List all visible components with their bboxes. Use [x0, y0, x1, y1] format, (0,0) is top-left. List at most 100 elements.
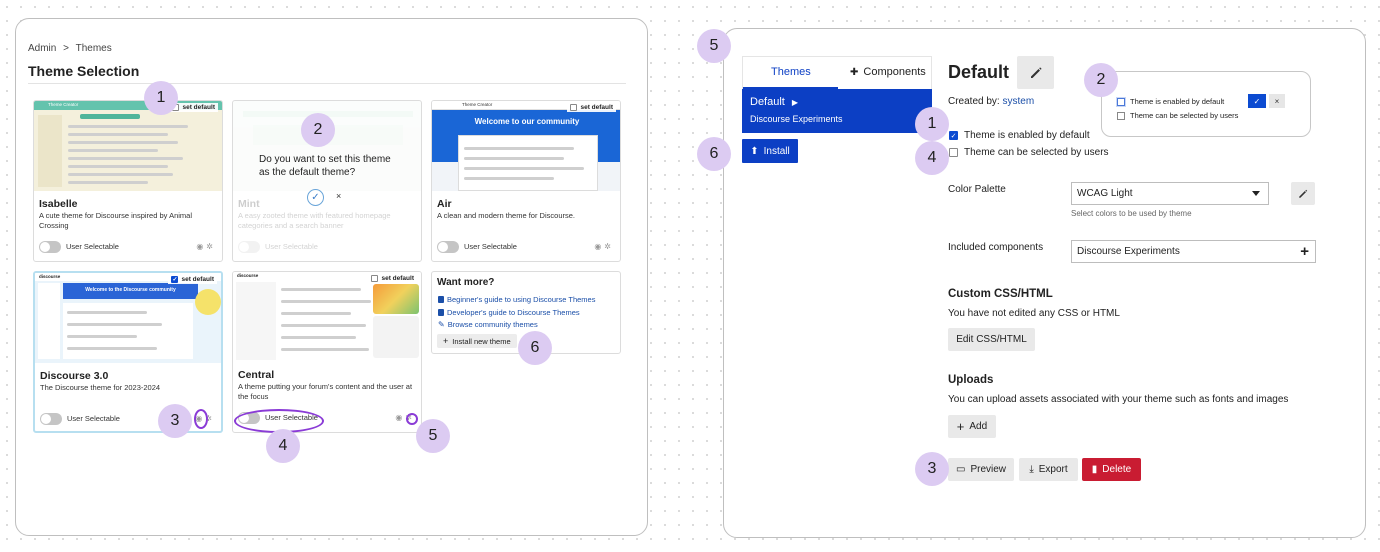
annotation-marker-1: 1: [915, 107, 949, 141]
set-default-toggle[interactable]: set default: [567, 103, 616, 112]
tab-themes[interactable]: Themes: [771, 66, 811, 78]
user-selectable-toggle[interactable]: [437, 241, 459, 253]
popover-enabled-checkbox[interactable]: [1117, 97, 1125, 106]
export-button[interactable]: ⤓ Export: [1019, 458, 1078, 481]
theme-list: Default ▶ Discourse Experiments: [742, 89, 932, 133]
cancel-close-icon[interactable]: ×: [336, 191, 341, 201]
theme-list-item-discourse-experiments[interactable]: Discourse Experiments: [750, 114, 843, 124]
edit-name-button[interactable]: [1017, 56, 1054, 89]
popover-enabled-row[interactable]: Theme is enabled by default: [1117, 97, 1224, 106]
theme-description: A clean and modern theme for Discourse.: [437, 211, 575, 220]
breadcrumb-admin[interactable]: Admin: [28, 43, 56, 54]
paintbrush-icon: ✎: [438, 320, 445, 329]
link-beginners-guide[interactable]: Beginner's guide to using Discourse Them…: [438, 295, 595, 304]
theme-description: A cute theme for Discourse inspired by A…: [39, 211, 192, 231]
book-icon: [438, 296, 444, 303]
theme-description: A theme putting your forum's content and…: [238, 382, 413, 402]
eye-icon[interactable]: ◉: [196, 242, 206, 251]
user-selectable-label: User Selectable: [67, 414, 120, 423]
popover-cancel-button[interactable]: ×: [1269, 94, 1285, 108]
edit-css-html-button[interactable]: Edit CSS/HTML: [948, 328, 1035, 351]
card-actions: ◉✲: [594, 242, 614, 251]
theme-card-air[interactable]: Theme Creator Welcome to our community s…: [431, 100, 621, 262]
gear-icon[interactable]: ✲: [206, 242, 216, 251]
add-upload-button[interactable]: + Add: [948, 415, 996, 438]
user-selectable-checkbox[interactable]: [949, 148, 958, 157]
popover-confirm-button[interactable]: ✓: [1248, 94, 1266, 108]
user-selectable-toggle[interactable]: [40, 413, 62, 425]
tab-components[interactable]: ✚ Components: [850, 66, 926, 78]
color-palette-select[interactable]: WCAG Light: [1071, 182, 1269, 205]
annotation-marker-3: 3: [158, 404, 192, 438]
enabled-by-default-row[interactable]: ✓ Theme is enabled by default: [949, 130, 1090, 141]
theme-description: The Discourse theme for 2023-2024: [40, 383, 161, 392]
user-selectable-label: User Selectable: [265, 242, 318, 251]
edit-palette-button[interactable]: [1291, 182, 1315, 205]
user-selectable-label: User Selectable: [66, 242, 119, 251]
pencil-icon: [1030, 66, 1042, 78]
annotation-marker-2: 2: [301, 113, 335, 147]
set-default-label: set default: [580, 104, 613, 111]
book-icon: [438, 309, 444, 316]
user-selectable-toggle[interactable]: [39, 241, 61, 253]
set-default-toggle[interactable]: set default: [368, 274, 417, 283]
enabled-by-default-checkbox[interactable]: ✓: [949, 131, 958, 140]
uploads-text: You can upload assets associated with yo…: [948, 394, 1289, 405]
add-component-icon[interactable]: +: [1300, 243, 1309, 260]
theme-card-isabelle[interactable]: Theme Creator set default Isabelle A cut…: [33, 100, 223, 262]
link-browse-community-themes[interactable]: ✎ Browse community themes: [438, 320, 538, 329]
annotation-marker-4: 4: [266, 429, 300, 463]
theme-preview-central: discourse: [233, 272, 421, 362]
breadcrumb-separator: >: [63, 43, 69, 54]
card-actions: ◉✲: [196, 242, 216, 251]
set-default-checkbox[interactable]: [371, 275, 379, 282]
eye-icon[interactable]: ◉: [594, 242, 604, 251]
custom-css-text: You have not edited any CSS or HTML: [948, 308, 1120, 319]
author-link[interactable]: system: [1002, 96, 1034, 107]
chevron-down-icon: [1252, 191, 1260, 196]
created-by: Created by: system: [948, 96, 1035, 107]
eye-icon[interactable]: ◉: [395, 413, 405, 422]
confirm-check-icon[interactable]: ✓: [307, 189, 324, 206]
color-palette-label: Color Palette: [948, 184, 1006, 195]
delete-button[interactable]: ▮ Delete: [1082, 458, 1141, 481]
theme-name: Central: [238, 369, 275, 381]
theme-card-central[interactable]: discourse set default Central A theme pu…: [232, 271, 422, 433]
preview-banner: Welcome to the Discourse community: [85, 287, 176, 293]
color-palette-helper: Select colors to be used by theme: [1071, 209, 1192, 218]
popover-selectable-row[interactable]: Theme can be selected by users: [1117, 111, 1238, 120]
set-default-label: set default: [182, 104, 215, 111]
breadcrumb-themes[interactable]: Themes: [76, 43, 112, 54]
title-divider: [28, 83, 626, 84]
annotation-outline-preview: [194, 409, 208, 429]
set-default-checkbox[interactable]: [570, 104, 578, 111]
theme-name: Mint: [238, 198, 260, 210]
user-selectable-toggle[interactable]: [238, 241, 260, 253]
annotation-marker-1: 1: [144, 81, 178, 115]
user-selectable-label: User Selectable: [464, 242, 517, 251]
user-selectable-label: Theme can be selected by users: [964, 147, 1109, 158]
included-components-field[interactable]: Discourse Experiments +: [1071, 240, 1316, 263]
install-button[interactable]: ⬆ Install: [742, 139, 798, 163]
caret-right-icon: ▶: [791, 98, 799, 107]
gear-icon[interactable]: ✲: [604, 242, 614, 251]
trash-icon: ▮: [1091, 464, 1098, 475]
plus-icon: +: [956, 419, 965, 434]
theme-card-discourse-3[interactable]: discourse Welcome to the Discourse commu…: [33, 271, 223, 433]
set-default-checkbox[interactable]: ✓: [171, 276, 179, 283]
user-selectable-row[interactable]: Theme can be selected by users: [949, 147, 1109, 158]
set-default-confirm-question: Do you want to set this theme as the def…: [259, 154, 391, 178]
themes-components-tabs: Themes ✚ Components: [742, 56, 932, 89]
theme-list-item-default[interactable]: Default ▶: [750, 96, 798, 108]
preview-button[interactable]: ▭ Preview: [948, 458, 1014, 481]
theme-detail-panel: Themes ✚ Components Default ▶ Discourse …: [697, 28, 1366, 538]
set-default-toggle[interactable]: ✓ set default: [168, 275, 217, 284]
theme-preview-discourse-3: discourse Welcome to the Discourse commu…: [35, 273, 221, 363]
install-new-theme-button[interactable]: + Install new theme: [437, 334, 517, 348]
theme-selection-panel: Admin > Themes Theme Selection Theme Cre…: [15, 18, 648, 536]
link-developers-guide[interactable]: Developer's guide to Discourse Themes: [438, 308, 580, 317]
included-components-label: Included components: [948, 242, 1044, 253]
theme-name: Discourse 3.0: [40, 370, 109, 382]
popover-selectable-checkbox[interactable]: [1117, 111, 1125, 120]
breadcrumb: Admin > Themes: [28, 43, 112, 54]
